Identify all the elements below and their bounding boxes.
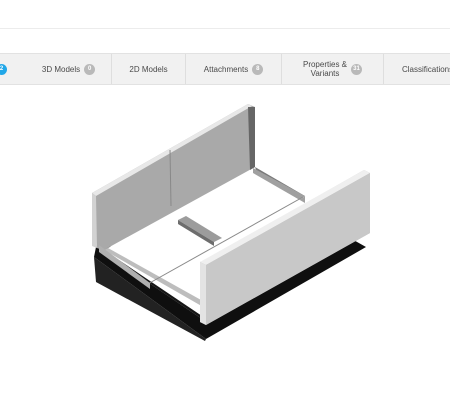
tab-properties-variants[interactable]: Properties & Variants 31	[282, 54, 384, 84]
tab-2d-models-label: 2D Models	[129, 64, 168, 74]
tab-3d-models[interactable]: 3D Models 0	[26, 54, 112, 84]
tab-2d-models[interactable]: 2D Models	[112, 54, 186, 84]
tab-3d-models-badge: 0	[84, 63, 96, 75]
tab-properties-line1: Properties &	[302, 60, 348, 69]
tab-attachments-badge: 8	[252, 63, 264, 75]
top-strip	[0, 0, 450, 29]
tab-active-badge: 2	[0, 63, 7, 75]
tab-properties-line2: Variants	[310, 69, 340, 78]
roof-curb-model	[92, 104, 370, 341]
tab-classifications-label: Classifications	[402, 64, 450, 74]
tab-bar: 2 3D Models 0 2D Models Attachments 8 Pr…	[0, 53, 450, 85]
tab-active-partial[interactable]: 2	[0, 54, 26, 84]
model-viewer[interactable]	[0, 84, 450, 400]
tab-3d-models-label: 3D Models	[41, 64, 81, 74]
tab-properties-variants-label: Properties & Variants	[303, 60, 347, 78]
tab-attachments[interactable]: Attachments 8	[186, 54, 282, 84]
tab-classifications[interactable]: Classifications	[384, 54, 450, 84]
tab-properties-variants-badge: 31	[351, 63, 363, 75]
tab-attachments-label: Attachments	[203, 64, 249, 74]
